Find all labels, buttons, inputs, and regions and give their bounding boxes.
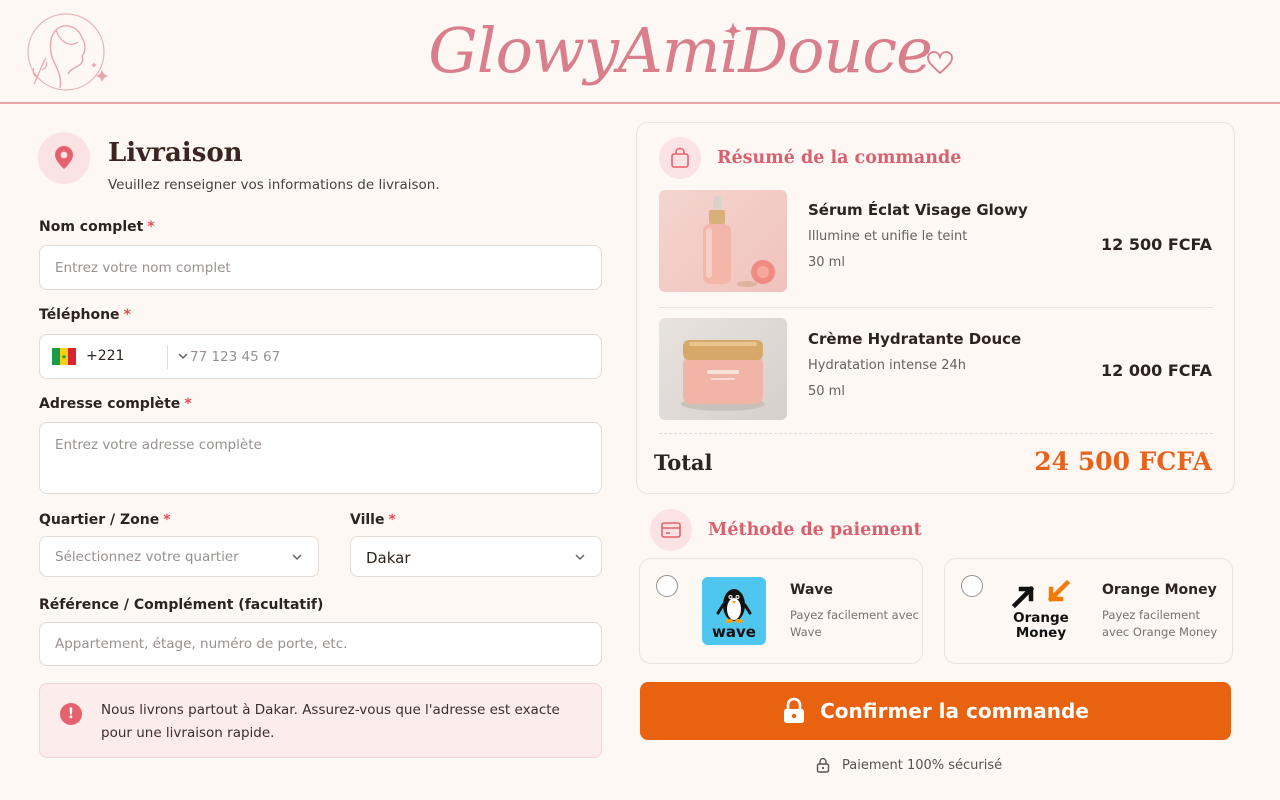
summary-title: Résumé de la commande: [717, 148, 962, 168]
shopping-bag-icon: [659, 137, 701, 179]
city-label: Ville *: [350, 512, 396, 528]
payment-name: Wave: [790, 582, 834, 598]
product-description: Hydratation intense 24h: [808, 358, 966, 373]
reference-label: Référence / Complément (facultatif): [39, 597, 324, 613]
address-input[interactable]: [39, 422, 602, 494]
delivery-title: Livraison: [108, 138, 243, 168]
phone-field: ★ +221: [39, 334, 602, 379]
wave-logo-text: wave: [712, 623, 756, 641]
chevron-down-icon: [575, 554, 585, 561]
orange-money-radio[interactable]: [961, 575, 983, 597]
heart-icon: [927, 51, 953, 75]
district-label: Quartier / Zone *: [39, 512, 171, 528]
district-label-text: Quartier / Zone: [39, 512, 160, 528]
credit-card-icon: [650, 509, 692, 551]
delivery-info-text: Nous livrons partout à Dakar. Assurez-vo…: [101, 702, 560, 741]
product-name: Crème Hydratante Douce: [808, 330, 1022, 348]
total-divider: [659, 433, 1213, 434]
required-mark: *: [388, 512, 396, 528]
required-mark: *: [123, 307, 131, 323]
confirm-order-button[interactable]: Confirmer la commande: [640, 682, 1231, 740]
address-label-text: Adresse complète: [39, 396, 181, 412]
total-value: 24 500 FCFA: [1034, 447, 1212, 476]
city-label-text: Ville: [350, 512, 385, 528]
district-select[interactable]: Sélectionnez votre quartier: [39, 536, 319, 577]
reference-input[interactable]: [39, 622, 602, 666]
orange-money-logo: Orange Money: [1009, 577, 1073, 645]
product-price: 12 500 FCFA: [1101, 235, 1212, 254]
chevron-down-icon[interactable]: [176, 349, 190, 363]
info-icon: !: [60, 703, 82, 725]
payment-name: Orange Money: [1102, 582, 1217, 598]
city-select[interactable]: Dakar: [350, 536, 602, 577]
city-value: Dakar: [366, 549, 411, 567]
wave-logo: wave: [702, 577, 766, 645]
required-mark: *: [184, 396, 192, 412]
orange-money-arrows-icon: [1011, 579, 1071, 609]
district-placeholder: Sélectionnez votre quartier: [55, 549, 239, 565]
item-divider: [659, 307, 1213, 308]
serum-product-image: [659, 190, 787, 292]
full-name-label: Nom complet *: [39, 219, 155, 235]
order-summary-card: Résumé de la commande Sérum Éclat Visage…: [636, 122, 1235, 494]
payment-title: Méthode de paiement: [708, 520, 922, 540]
product-price: 12 000 FCFA: [1101, 361, 1212, 380]
sparkle-icon: [724, 22, 742, 40]
wave-radio[interactable]: [656, 575, 678, 597]
product-description: Illumine et unifie le teint: [808, 229, 968, 244]
map-pin-icon: [38, 132, 90, 184]
cream-product-image: [659, 318, 787, 420]
payment-description: Payez facilement avec Orange Money: [1102, 608, 1218, 639]
delivery-subtitle: Veuillez renseigner vos informations de …: [108, 177, 440, 193]
chevron-down-icon: [292, 554, 302, 561]
phone-divider: [167, 345, 168, 369]
required-mark: *: [163, 512, 171, 528]
phone-input[interactable]: [190, 336, 590, 377]
senegal-flag-icon[interactable]: ★: [52, 348, 76, 365]
woman-face-logo-icon[interactable]: [24, 8, 116, 98]
payment-description: Payez facilement avec Wave: [790, 608, 919, 639]
full-name-label-text: Nom complet: [39, 219, 144, 235]
product-name: Sérum Éclat Visage Glowy: [808, 201, 1028, 219]
payment-option-wave[interactable]: wave Wave Payez facilement avec Wave: [639, 558, 923, 664]
total-label: Total: [654, 450, 713, 475]
required-mark: *: [147, 219, 155, 235]
dial-code[interactable]: +221: [86, 348, 124, 364]
site-header: GlowyAmiDouce: [0, 0, 1280, 104]
confirm-order-label: Confirmer la commande: [820, 699, 1089, 723]
secure-payment-label: Paiement 100% sécurisé: [842, 757, 1003, 773]
secure-payment-note: Paiement 100% sécurisé: [816, 757, 1002, 773]
product-size: 30 ml: [808, 255, 845, 270]
delivery-info-box: ! Nous livrons partout à Dakar. Assurez-…: [39, 683, 602, 758]
payment-option-orange-money[interactable]: Orange Money Orange Money Payez facileme…: [944, 558, 1233, 664]
lock-icon: [784, 697, 805, 723]
phone-label-text: Téléphone: [39, 307, 120, 323]
lock-icon: [816, 757, 830, 773]
address-label: Adresse complète *: [39, 396, 192, 412]
phone-label: Téléphone *: [39, 307, 131, 323]
full-name-input[interactable]: [39, 245, 602, 290]
product-size: 50 ml: [808, 384, 845, 399]
brand-name[interactable]: GlowyAmiDouce: [400, 4, 960, 96]
orange-money-logo-text: Orange Money: [1013, 610, 1069, 641]
